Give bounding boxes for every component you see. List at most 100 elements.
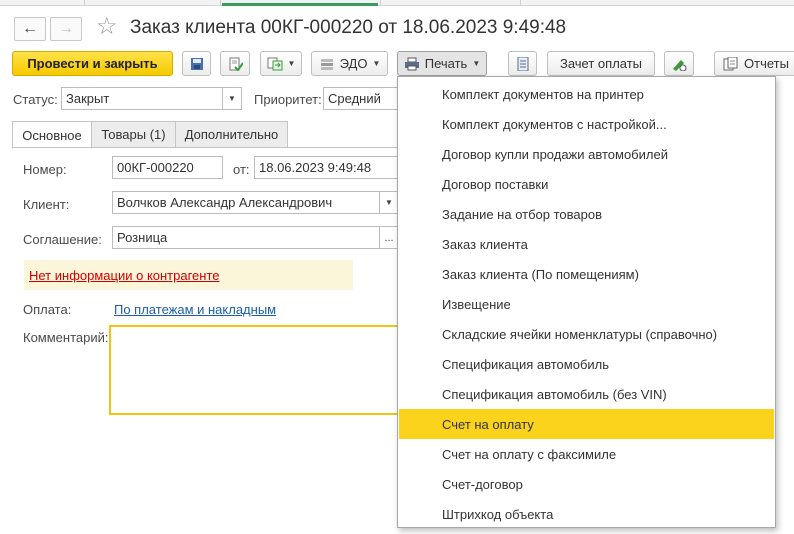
priority-label: Приоритет: [254,92,322,107]
date-value: 18.06.2023 9:49:48 [259,160,372,175]
number-value: 00КГ-000220 [117,160,194,175]
menu-item-invoice-facsimile[interactable]: Счет на оплату с факсимиле [399,439,774,469]
post-document-icon [227,57,244,72]
client-field[interactable]: Волчков Александр Александрович [112,191,380,214]
back-button[interactable]: ← [14,17,46,41]
create-based-on-button[interactable]: ▼ [260,51,302,76]
post-button[interactable] [220,51,250,76]
forward-arrow-icon: → [58,20,74,37]
menu-item-label: Комплект документов на принтер [442,86,644,102]
date-field[interactable]: 18.06.2023 9:49:48 [254,156,399,179]
status-dropdown-button[interactable]: ▼ [223,87,242,110]
tab-additional-label: Дополнительно [184,127,279,142]
active-window-tab-indicator[interactable] [222,3,378,6]
menu-item-label: Счет на оплату [442,416,534,432]
post-and-close-label: Провести и закрыть [27,56,158,71]
tab-goods[interactable]: Товары (1) [91,121,176,148]
menu-item-customer-order[interactable]: Заказ клиента [399,229,774,259]
menu-item-car-specification[interactable]: Спецификация автомобиль [399,349,774,379]
payment-link[interactable]: По платежам и накладным [114,302,276,317]
print-label: Печать [424,56,468,71]
menu-item-customer-order-by-premises[interactable]: Заказ клиента (По помещениям) [399,259,774,289]
menu-item-docs-to-printer[interactable]: Комплект документов на принтер [399,79,774,109]
menu-item-invoice[interactable]: Счет на оплату [399,409,774,439]
document-structure-button[interactable] [508,51,537,76]
menu-item-label: Комплект документов с настройкой... [442,116,667,132]
printer-icon [404,57,420,71]
client-label: Клиент: [23,197,70,212]
chevron-down-icon: ▼ [472,59,481,68]
menu-item-label: Складские ячейки номенклатуры (справочно… [442,326,718,342]
ellipsis-icon: ... [384,231,394,244]
chevron-down-icon: ▼ [385,198,393,207]
menu-item-label: Счет на оплату с факсимиле [442,446,617,462]
save-button[interactable] [182,51,211,76]
edo-label: ЭДО [339,56,368,71]
status-label: Статус: [13,92,58,107]
back-arrow-icon: ← [22,20,38,37]
tab-separator [84,0,85,6]
menu-item-object-barcode[interactable]: Штрихкод объекта [399,499,774,529]
tab-main-label: Основное [22,127,82,143]
reports-label: Отчеты [744,56,789,71]
tab-separator [220,0,221,6]
menu-item-storage-cells[interactable]: Складские ячейки номенклатуры (справочно… [399,319,774,349]
client-value: Волчков Александр Александрович [117,195,333,210]
pencil-icon [671,57,687,71]
menu-item-label: Задание на отбор товаров [442,206,603,222]
edit-signature-button[interactable] [664,51,694,76]
comment-label: Комментарий: [23,330,109,345]
tab-separator [380,0,381,6]
agreement-label: Соглашение: [23,232,102,247]
menu-item-label: Извещение [442,296,511,312]
menu-item-notice[interactable]: Извещение [399,289,774,319]
priority-field[interactable]: Средний [323,87,399,110]
menu-item-car-sale-contract[interactable]: Договор купли продажи автомобилей [399,139,774,169]
edo-button[interactable]: ЭДО ▼ [311,51,388,76]
print-dropdown-menu: Комплект документов на принтер Комплект … [397,76,776,528]
chevron-down-icon: ▼ [372,59,381,68]
menu-item-label: Договор поставки [442,176,549,192]
agreement-value: Розница [117,230,168,245]
tab-main[interactable]: Основное [12,121,92,149]
payment-offset-label: Зачет оплаты [559,56,643,71]
tab-panel-border [12,147,398,148]
menu-item-label: Заказ клиента [442,236,528,252]
payment-offset-button[interactable]: Зачет оплаты [547,51,655,76]
number-field[interactable]: 00КГ-000220 [112,156,223,179]
edo-icon [319,57,335,71]
tab-goods-label: Товары (1) [101,127,166,142]
menu-item-label: Договор купли продажи автомобилей [442,146,668,162]
tab-additional[interactable]: Дополнительно [175,121,288,148]
reports-button[interactable]: Отчеты [714,51,794,76]
list-document-icon [515,56,531,71]
post-and-close-button[interactable]: Провести и закрыть [12,51,173,76]
menu-item-label: Спецификация автомобиль [442,356,610,372]
print-button[interactable]: Печать ▼ [397,51,487,76]
agreement-field[interactable]: Розница [112,226,380,249]
menu-item-picking-task[interactable]: Задание на отбор товаров [399,199,774,229]
counterparty-warning: Нет информации о контрагенте [24,260,353,290]
forward-button[interactable]: → [50,17,82,41]
reports-icon [723,56,739,71]
menu-item-car-specification-no-vin[interactable]: Спецификация автомобиль (без VIN) [399,379,774,409]
comment-textarea[interactable] [109,325,409,415]
counterparty-warning-link[interactable]: Нет информации о контрагенте [29,268,220,283]
menu-item-docs-with-settings[interactable]: Комплект документов с настройкой... [399,109,774,139]
chevron-down-icon: ▼ [228,94,236,103]
menu-item-label: Заказ клиента (По помещениям) [442,266,639,282]
menu-item-label: Штрихкод объекта [442,506,554,522]
date-label: от: [233,162,250,177]
menu-item-supply-contract[interactable]: Договор поставки [399,169,774,199]
status-field[interactable]: Закрыт [61,87,223,110]
menu-item-label: Спецификация автомобиль (без VIN) [442,386,667,402]
priority-value: Средний [328,91,381,106]
favorite-star-icon[interactable]: ☆ [96,15,118,39]
number-label: Номер: [23,162,67,177]
tab-separator [520,0,521,6]
window-tab-strip [0,0,794,6]
menu-item-invoice-contract[interactable]: Счет-договор [399,469,774,499]
status-value: Закрыт [66,91,110,106]
payment-label: Оплата: [23,302,72,317]
floppy-disk-icon [189,57,205,71]
